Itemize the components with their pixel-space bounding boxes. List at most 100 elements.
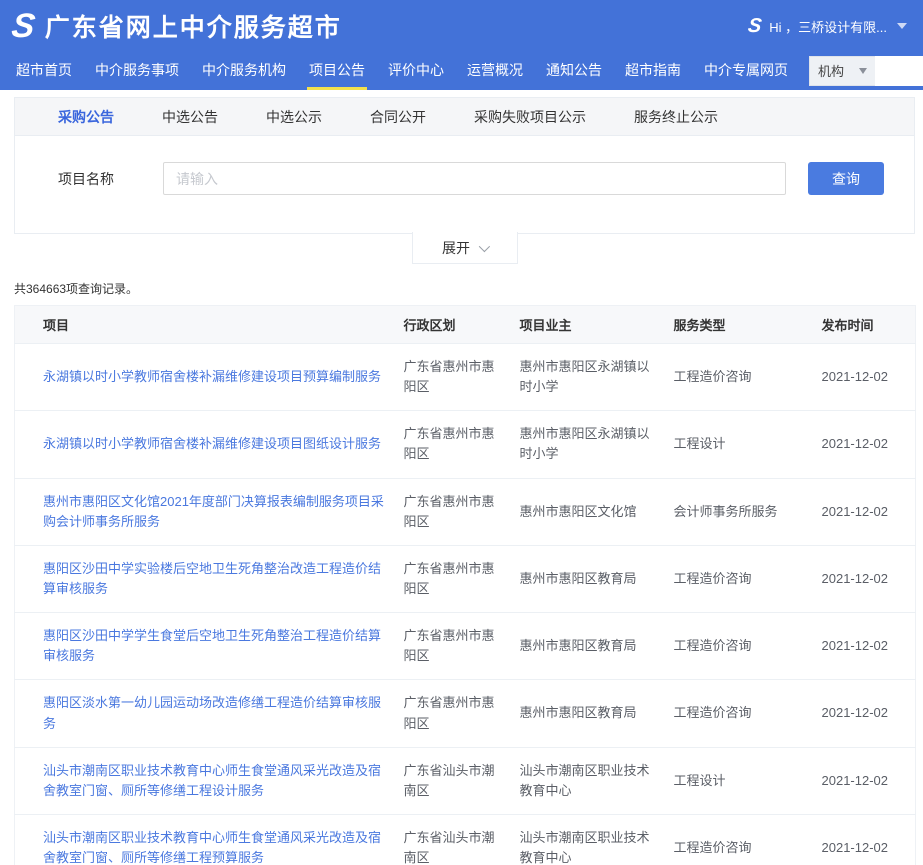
project-cell: 永湖镇以时小学教师宿舍楼补漏维修建设项目图纸设计服务 [15, 411, 404, 478]
nav-item[interactable]: 超市指南 [623, 52, 683, 90]
project-link[interactable]: 汕头市潮南区职业技术教育中心师生食堂通风采光改造及宿舍教室门窗、厕所等修缮工程设… [43, 763, 381, 798]
tab-item[interactable]: 采购公告 [58, 107, 114, 127]
top-header: S 广东省网上中介服务超市 S Hi ，三桥设计有限... [0, 0, 923, 52]
nav-items: 超市首页中介服务事项中介服务机构项目公告评价中心运营概况通知公告超市指南中介专属… [14, 52, 809, 90]
chevron-down-icon [897, 23, 907, 29]
table-row: 汕头市潮南区职业技术教育中心师生食堂通风采光改造及宿舍教室门窗、厕所等修缮工程预… [15, 814, 916, 865]
project-cell: 惠阳区沙田中学学生食堂后空地卫生死角整治工程造价结算审核服务 [15, 613, 404, 680]
nav-search: 机构 [809, 56, 923, 85]
expand-label: 展开 [442, 238, 470, 258]
project-link[interactable]: 汕头市潮南区职业技术教育中心师生食堂通风采光改造及宿舍教室门窗、厕所等修缮工程预… [43, 830, 381, 865]
table-row: 惠阳区淡水第一幼儿园运动场改造修缮工程造价结算审核服务 广东省惠州市惠阳区 惠州… [15, 680, 916, 747]
account-logo-icon: S [746, 15, 763, 38]
region-cell: 广东省汕头市潮南区 [404, 814, 520, 865]
table-header-cell: 项目 [15, 306, 404, 344]
region-cell: 广东省惠州市惠阳区 [404, 613, 520, 680]
date-cell: 2021-12-02 [822, 545, 916, 612]
tab-item[interactable]: 中选公示 [266, 107, 322, 127]
type-cell: 工程造价咨询 [674, 613, 822, 680]
project-link[interactable]: 惠阳区沙田中学学生食堂后空地卫生死角整治工程造价结算审核服务 [43, 628, 381, 663]
nav-item[interactable]: 中介专属网页 [702, 52, 790, 90]
type-cell: 工程造价咨询 [674, 545, 822, 612]
project-cell: 汕头市潮南区职业技术教育中心师生食堂通风采光改造及宿舍教室门窗、厕所等修缮工程设… [15, 747, 404, 814]
table-header-cell: 项目业主 [520, 306, 674, 344]
owner-cell: 汕头市潮南区职业技术教育中心 [520, 747, 674, 814]
owner-cell: 惠州市惠阳区教育局 [520, 613, 674, 680]
region-cell: 广东省惠州市惠阳区 [404, 545, 520, 612]
table-row: 永湖镇以时小学教师宿舍楼补漏维修建设项目预算编制服务 广东省惠州市惠阳区 惠州市… [15, 344, 916, 411]
date-cell: 2021-12-02 [822, 747, 916, 814]
nav-item[interactable]: 运营概况 [465, 52, 525, 90]
nav-item[interactable]: 超市首页 [14, 52, 74, 90]
project-link[interactable]: 惠阳区淡水第一幼儿园运动场改造修缮工程造价结算审核服务 [43, 695, 381, 730]
chevron-down-icon [859, 68, 867, 74]
type-cell: 会计师事务所服务 [674, 478, 822, 545]
region-cell: 广东省惠州市惠阳区 [404, 478, 520, 545]
owner-cell: 惠州市惠阳区永湖镇以时小学 [520, 344, 674, 411]
type-cell: 工程造价咨询 [674, 814, 822, 865]
account-menu[interactable]: S Hi ，三桥设计有限... [748, 15, 907, 38]
account-name: Hi ，三桥设计有限... [769, 17, 887, 36]
type-cell: 工程造价咨询 [674, 680, 822, 747]
type-cell: 工程设计 [674, 747, 822, 814]
owner-cell: 惠州市惠阳区文化馆 [520, 478, 674, 545]
project-link[interactable]: 惠阳区沙田中学实验楼后空地卫生死角整治改造工程造价结算审核服务 [43, 561, 381, 596]
nav-item[interactable]: 中介服务事项 [93, 52, 181, 90]
filter-form: 项目名称 查询 [15, 136, 914, 233]
date-cell: 2021-12-02 [822, 814, 916, 865]
region-cell: 广东省汕头市潮南区 [404, 747, 520, 814]
type-cell: 工程造价咨询 [674, 344, 822, 411]
results-summary: 共364663项查询记录。 [14, 280, 915, 297]
table-header-cell: 行政区划 [404, 306, 520, 344]
table-row: 汕头市潮南区职业技术教育中心师生食堂通风采光改造及宿舍教室门窗、厕所等修缮工程设… [15, 747, 916, 814]
chevron-down-icon [479, 240, 490, 251]
expand-button[interactable]: 展开 [412, 232, 518, 264]
region-cell: 广东省惠州市惠阳区 [404, 344, 520, 411]
table-row: 惠阳区沙田中学实验楼后空地卫生死角整治改造工程造价结算审核服务 广东省惠州市惠阳… [15, 545, 916, 612]
owner-cell: 惠州市惠阳区教育局 [520, 680, 674, 747]
date-cell: 2021-12-02 [822, 411, 916, 478]
tab-item[interactable]: 合同公开 [370, 107, 426, 127]
site-logo-icon: S [10, 9, 37, 43]
project-cell: 汕头市潮南区职业技术教育中心师生食堂通风采光改造及宿舍教室门窗、厕所等修缮工程预… [15, 814, 404, 865]
project-name-label: 项目名称 [58, 169, 128, 189]
nav-search-input[interactable] [875, 56, 923, 86]
results-table: 项目行政区划项目业主服务类型发布时间 永湖镇以时小学教师宿舍楼补漏维修建设项目预… [14, 305, 916, 865]
project-link[interactable]: 永湖镇以时小学教师宿舍楼补漏维修建设项目图纸设计服务 [43, 436, 381, 451]
owner-cell: 惠州市惠阳区教育局 [520, 545, 674, 612]
table-row: 惠州市惠阳区文化馆2021年度部门决算报表编制服务项目采购会计师事务所服务 广东… [15, 478, 916, 545]
project-cell: 惠阳区沙田中学实验楼后空地卫生死角整治改造工程造价结算审核服务 [15, 545, 404, 612]
announcement-tabs: 采购公告 中选公告 中选公示 合同公开 采购失败项目公示 服务终止公示 [15, 98, 914, 136]
search-category-value: 机构 [818, 61, 844, 80]
nav-item[interactable]: 通知公告 [544, 52, 604, 90]
project-name-input[interactable] [163, 162, 786, 195]
table-header-row: 项目行政区划项目业主服务类型发布时间 [15, 306, 916, 344]
site-title: 广东省网上中介服务超市 [45, 8, 342, 44]
table-row: 惠阳区沙田中学学生食堂后空地卫生死角整治工程造价结算审核服务 广东省惠州市惠阳区… [15, 613, 916, 680]
query-button[interactable]: 查询 [808, 162, 884, 195]
region-cell: 广东省惠州市惠阳区 [404, 411, 520, 478]
date-cell: 2021-12-02 [822, 680, 916, 747]
project-link[interactable]: 永湖镇以时小学教师宿舍楼补漏维修建设项目预算编制服务 [43, 369, 381, 384]
nav-item[interactable]: 中介服务机构 [200, 52, 288, 90]
main-content: 采购公告 中选公告 中选公示 合同公开 采购失败项目公示 服务终止公示 项目名称 查询 展… [14, 97, 915, 865]
table-header-cell: 服务类型 [674, 306, 822, 344]
nav-item[interactable]: 项目公告 [307, 52, 367, 90]
date-cell: 2021-12-02 [822, 344, 916, 411]
region-cell: 广东省惠州市惠阳区 [404, 680, 520, 747]
search-category-select[interactable]: 机构 [809, 56, 875, 86]
filter-card: 采购公告中选公告中选公示合同公开采购失败项目公示服务终止公示 项目名称 查询 展… [14, 97, 915, 234]
site-brand: S 广东省网上中介服务超市 [12, 8, 342, 44]
project-cell: 惠州市惠阳区文化馆2021年度部门决算报表编制服务项目采购会计师事务所服务 [15, 478, 404, 545]
project-link[interactable]: 惠州市惠阳区文化馆2021年度部门决算报表编制服务项目采购会计师事务所服务 [43, 494, 384, 529]
owner-cell: 汕头市潮南区职业技术教育中心 [520, 814, 674, 865]
type-cell: 工程设计 [674, 411, 822, 478]
project-cell: 惠阳区淡水第一幼儿园运动场改造修缮工程造价结算审核服务 [15, 680, 404, 747]
tab-item[interactable]: 采购失败项目公示 [474, 107, 586, 127]
tab-item[interactable]: 中选公告 [162, 107, 218, 127]
tab-item[interactable]: 服务终止公示 [634, 107, 718, 127]
date-cell: 2021-12-02 [822, 478, 916, 545]
main-navbar: 超市首页中介服务事项中介服务机构项目公告评价中心运营概况通知公告超市指南中介专属… [0, 52, 923, 90]
nav-item[interactable]: 评价中心 [386, 52, 446, 90]
date-cell: 2021-12-02 [822, 613, 916, 680]
